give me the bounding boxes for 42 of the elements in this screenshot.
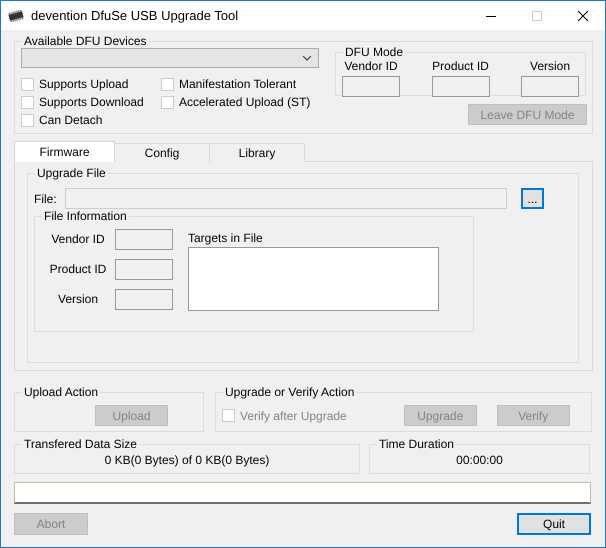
checkbox[interactable]: Supports Upload (21, 75, 161, 93)
list-label: Targets in File (188, 231, 264, 245)
maximize-icon[interactable] (531, 10, 543, 22)
field-label: File: (34, 192, 58, 206)
field-label: Version (530, 59, 570, 73)
group-title: DFU Mode (344, 45, 404, 59)
device-dropdown[interactable] (21, 48, 319, 68)
field-label: Vendor ID (344, 59, 398, 73)
chip-icon (7, 10, 25, 22)
group-title: Time Duration (378, 437, 455, 451)
checkbox[interactable]: Supports Download (21, 93, 161, 111)
dialog-button[interactable]: Quit (517, 513, 591, 535)
group-title: Upgrade File (36, 166, 107, 180)
field-label: Product ID (432, 59, 489, 73)
checkbox[interactable]: Manifestation Tolerant (161, 75, 321, 93)
id-field (521, 76, 579, 97)
close-icon[interactable] (577, 10, 589, 22)
group-title: Transfered Data Size (23, 437, 138, 451)
field-label: Version (56, 292, 100, 306)
tab[interactable]: Firmware (14, 141, 115, 162)
chevron-down-icon (302, 55, 312, 61)
group-title: Available DFU Devices (23, 34, 148, 48)
id-field (115, 258, 173, 280)
id-field (115, 228, 173, 250)
tab[interactable]: Config (114, 143, 210, 162)
targets-list[interactable] (188, 247, 439, 311)
window-title: devention DfuSe USB Upgrade Tool (31, 8, 238, 23)
id-field (115, 288, 173, 310)
id-field (432, 76, 490, 97)
group-title: Upgrade or Verify Action (224, 385, 356, 399)
checkbox[interactable]: Accelerated Upload (ST) (161, 93, 321, 111)
checkbox[interactable]: Can Detach (21, 111, 161, 129)
id-field (342, 76, 400, 97)
browse-button[interactable]: ... (521, 188, 544, 209)
tab[interactable]: Library (209, 143, 305, 162)
group-title: Upload Action (23, 385, 100, 399)
field-label: Vendor ID (50, 232, 106, 246)
field-label: Product ID (48, 262, 108, 276)
file-path-field[interactable] (65, 188, 507, 209)
transfer-size-value: 0 KB(0 Bytes) of 0 KB(0 Bytes) (104, 453, 270, 467)
duration-value: 00:00:00 (455, 453, 504, 467)
group-title: File Information (43, 209, 128, 223)
